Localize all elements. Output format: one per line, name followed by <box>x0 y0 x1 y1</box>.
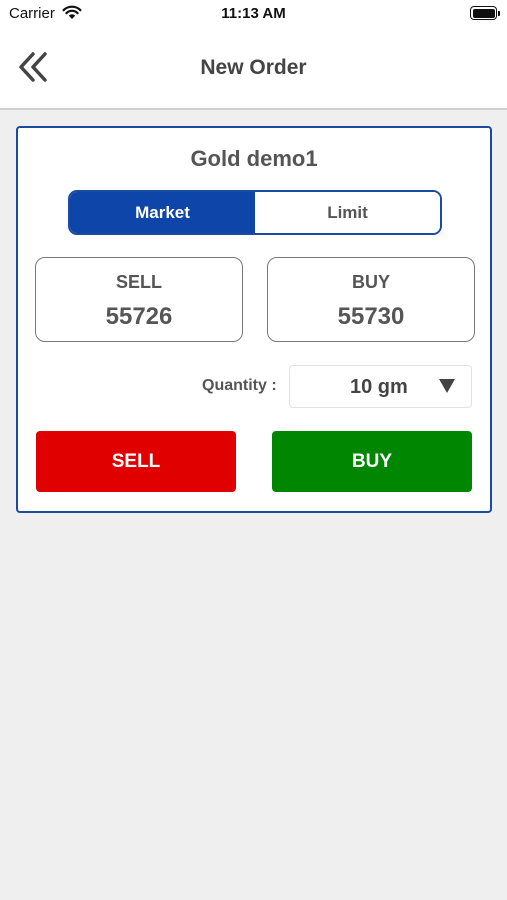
quantity-dropdown[interactable]: 10 gm <box>289 365 472 408</box>
sell-quote-label: SELL <box>115 272 162 292</box>
battery-icon <box>470 6 500 20</box>
buy-quote-price: 55730 <box>337 303 405 330</box>
market-tab[interactable]: Market <box>70 192 255 233</box>
buy-quote-label: BUY <box>351 272 390 292</box>
status-bar: Carrier 11:13 AM <box>0 0 507 28</box>
limit-tab[interactable]: Limit <box>255 192 440 233</box>
buy-quote-box: BUY 55730 <box>267 257 475 342</box>
sell-button[interactable]: SELL <box>36 431 236 492</box>
status-time: 11:13 AM <box>221 5 286 22</box>
quantity-value: 10 gm <box>350 376 408 398</box>
top-bar: Carrier 11:13 AM New Order <box>0 0 507 110</box>
dropdown-arrow-icon <box>439 379 455 398</box>
order-card: Gold demo1 Market Limit SELL 55726 BUY 5… <box>16 126 492 513</box>
order-type-toggle: Market Limit <box>68 190 442 235</box>
sell-quote-price: 55726 <box>105 303 173 330</box>
buy-button[interactable]: BUY <box>272 431 472 492</box>
quantity-label: Quantity : <box>202 377 277 394</box>
page-title: New Order <box>200 56 307 79</box>
product-name: Gold demo1 <box>190 146 318 171</box>
sell-quote-box: SELL 55726 <box>35 257 243 342</box>
